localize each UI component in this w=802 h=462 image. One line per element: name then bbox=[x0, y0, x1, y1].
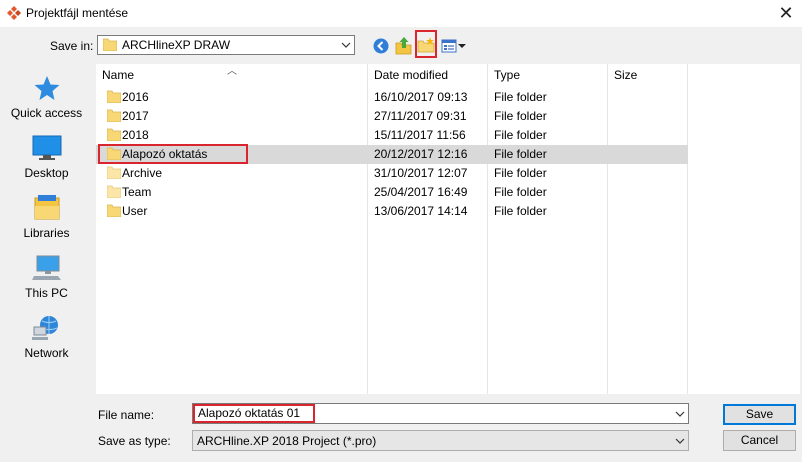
star-icon bbox=[34, 76, 59, 100]
file-row[interactable]: User 13/06/2017 14:14 File folder bbox=[96, 202, 688, 221]
folder-icon bbox=[103, 38, 117, 51]
chevron-down-icon[interactable] bbox=[339, 38, 353, 52]
folder-icon bbox=[107, 185, 121, 198]
file-date: 15/11/2017 11:56 bbox=[374, 128, 466, 142]
file-row[interactable]: 2018 15/11/2017 11:56 File folder bbox=[96, 126, 688, 145]
file-row[interactable]: 2017 27/11/2017 09:31 File folder bbox=[96, 107, 688, 126]
file-name-combo[interactable]: Alapozó oktatás 01 bbox=[192, 403, 689, 424]
place-label: Quick access bbox=[10, 106, 83, 120]
places-bar: Quick access Desktop Libraries This PC N… bbox=[0, 64, 93, 394]
column-header-date[interactable]: Date modified bbox=[374, 68, 448, 82]
file-type: File folder bbox=[494, 185, 547, 199]
save-as-type-label: Save as type: bbox=[98, 434, 171, 448]
place-desktop[interactable]: Desktop bbox=[0, 134, 93, 180]
file-type: File folder bbox=[494, 90, 547, 104]
file-name: Team bbox=[122, 185, 152, 199]
file-date: 25/04/2017 16:49 bbox=[374, 185, 468, 199]
folder-icon bbox=[107, 90, 121, 103]
folder-icon bbox=[107, 109, 121, 122]
place-quick-access[interactable]: Quick access bbox=[0, 74, 93, 120]
folder-icon bbox=[107, 128, 121, 141]
libraries-icon bbox=[34, 195, 59, 220]
app-logo-icon bbox=[7, 6, 21, 20]
computer-icon bbox=[31, 255, 61, 280]
save-as-type-dropdown[interactable]: ARCHline.XP 2018 Project (*.pro) bbox=[192, 430, 689, 451]
cancel-button[interactable]: Cancel bbox=[723, 430, 796, 451]
place-label: Network bbox=[24, 346, 69, 360]
chevron-down-icon bbox=[458, 44, 466, 48]
folder-icon bbox=[107, 204, 121, 217]
title-bar: Projektfájl mentése ✕ bbox=[0, 0, 802, 27]
back-icon[interactable] bbox=[372, 37, 390, 55]
new-folder-icon bbox=[417, 37, 435, 53]
file-type: File folder bbox=[494, 204, 547, 218]
save-in-label: Save in: bbox=[50, 39, 94, 53]
file-row[interactable]: Team 25/04/2017 16:49 File folder bbox=[96, 183, 688, 202]
views-menu-icon bbox=[441, 39, 457, 53]
place-label: Desktop bbox=[24, 166, 69, 180]
close-button[interactable]: ✕ bbox=[770, 0, 802, 27]
column-header-size[interactable]: Size bbox=[614, 68, 637, 82]
network-icon bbox=[31, 316, 58, 340]
file-type: File folder bbox=[494, 166, 547, 180]
save-button[interactable]: Save bbox=[723, 404, 796, 425]
up-folder-icon[interactable] bbox=[395, 37, 413, 55]
file-date: 27/11/2017 09:31 bbox=[374, 109, 467, 123]
file-type: File folder bbox=[494, 109, 547, 123]
new-folder-button[interactable] bbox=[415, 30, 437, 58]
annotation-highlight-box bbox=[98, 144, 248, 164]
file-row[interactable]: 2016 16/10/2017 09:13 File folder bbox=[96, 88, 688, 107]
views-menu-button[interactable] bbox=[441, 37, 467, 55]
desktop-icon bbox=[32, 135, 61, 160]
place-label: This PC bbox=[25, 286, 68, 300]
file-date: 31/10/2017 12:07 bbox=[374, 166, 468, 180]
file-type: File folder bbox=[494, 147, 547, 161]
chevron-down-icon bbox=[675, 438, 685, 444]
file-list[interactable]: ︿ Name Date modified Type Size 2016 16/1… bbox=[96, 64, 800, 394]
close-icon: ✕ bbox=[778, 3, 794, 23]
chevron-down-icon[interactable] bbox=[673, 407, 687, 421]
place-this-pc[interactable]: This PC bbox=[0, 254, 93, 300]
file-name: Archive bbox=[122, 166, 163, 180]
file-name-label: File name: bbox=[98, 408, 155, 422]
file-date: 16/10/2017 09:13 bbox=[374, 90, 468, 104]
place-libraries[interactable]: Libraries bbox=[0, 194, 93, 240]
save-in-dropdown[interactable]: ARCHlineXP DRAW bbox=[97, 35, 355, 55]
place-label: Libraries bbox=[23, 226, 70, 240]
place-network[interactable]: Network bbox=[0, 314, 93, 360]
save-in-value: ARCHlineXP DRAW bbox=[122, 38, 231, 52]
file-name-input[interactable]: Alapozó oktatás 01 bbox=[193, 404, 315, 423]
sort-ascending-icon: ︿ bbox=[227, 66, 237, 77]
file-date: 20/12/2017 12:16 bbox=[374, 147, 468, 161]
file-row[interactable]: Archive 31/10/2017 12:07 File folder bbox=[96, 164, 688, 183]
file-name: 2016 bbox=[122, 90, 149, 104]
file-type: File folder bbox=[494, 128, 547, 142]
file-name: 2018 bbox=[122, 128, 149, 142]
column-header-name[interactable]: Name bbox=[102, 68, 134, 82]
column-header-type[interactable]: Type bbox=[494, 68, 520, 82]
file-name: 2017 bbox=[122, 109, 149, 123]
file-name: User bbox=[122, 204, 148, 218]
save-as-type-value: ARCHline.XP 2018 Project (*.pro) bbox=[197, 434, 377, 448]
window-title: Projektfájl mentése bbox=[26, 6, 129, 20]
file-date: 13/06/2017 14:14 bbox=[374, 204, 468, 218]
folder-icon bbox=[107, 166, 121, 179]
